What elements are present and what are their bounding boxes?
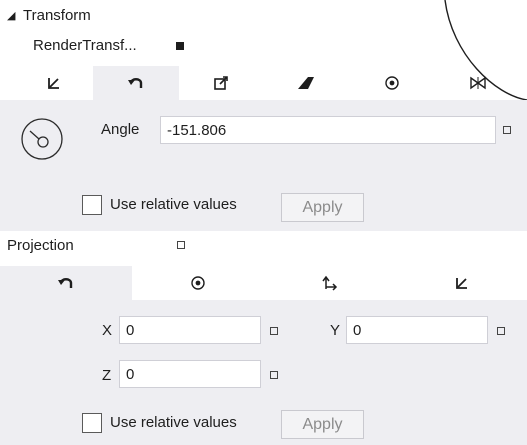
y-input[interactable] [346,316,488,344]
transform-collapse-toggle[interactable]: ◢ [7,9,15,22]
translate-icon [46,75,62,91]
rotate-icon [127,75,145,91]
projection-header: Projection [7,237,74,254]
global-offset-icon [322,275,338,291]
transform-use-relative-label: Use relative values [110,196,237,213]
skew-icon [297,75,315,91]
center-point-icon [384,75,400,91]
tab-projection-rotate[interactable] [0,266,132,300]
angle-marker[interactable] [503,126,511,134]
tab-translate[interactable] [15,66,93,100]
z-input[interactable] [119,360,261,388]
rotate-icon [57,275,75,291]
tab-flip[interactable] [435,66,521,100]
projection-apply-button[interactable]: Apply [281,410,364,439]
transform-header: Transform [23,7,91,24]
projection-use-relative-checkbox[interactable] [82,413,102,433]
y-label: Y [330,322,341,339]
transform-apply-button[interactable]: Apply [281,193,364,222]
render-transform-marker[interactable] [176,42,184,50]
tab-projection-global-offset[interactable] [264,266,396,300]
scale-icon [213,75,229,91]
z-marker[interactable] [270,371,278,379]
x-marker[interactable] [270,327,278,335]
tab-rotate[interactable] [93,66,179,100]
transform-use-relative-checkbox[interactable] [82,195,102,215]
angle-input[interactable] [160,116,496,144]
angle-dial-icon[interactable] [20,117,64,161]
tab-center-point[interactable] [349,66,435,100]
render-transform-label: RenderTransf... [33,37,137,54]
tab-skew[interactable] [263,66,349,100]
tab-projection-local-offset[interactable] [396,266,527,300]
z-label: Z [102,367,112,384]
angle-label: Angle [101,121,140,138]
local-offset-icon [454,275,470,291]
flip-icon [469,75,487,91]
projection-use-relative-label: Use relative values [110,414,237,431]
y-marker[interactable] [497,327,505,335]
x-label: X [102,322,113,339]
tab-scale[interactable] [179,66,263,100]
center-point-icon [190,275,206,291]
projection-marker[interactable] [177,241,185,249]
tab-projection-center[interactable] [132,266,264,300]
x-input[interactable] [119,316,261,344]
